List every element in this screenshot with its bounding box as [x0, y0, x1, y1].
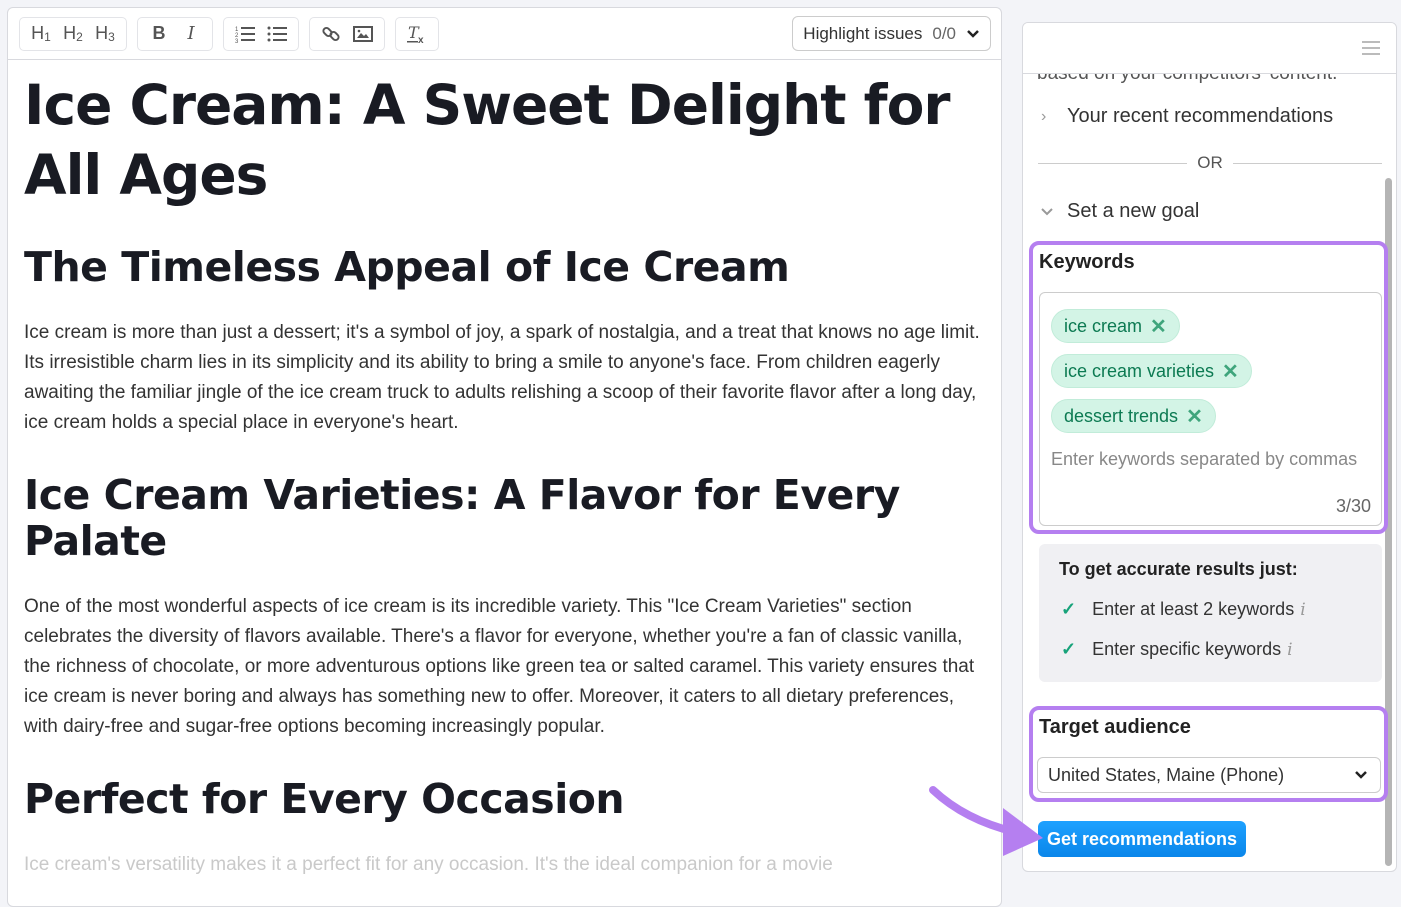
- section-heading: Perfect for Every Occasion: [24, 775, 625, 823]
- link-icon: [322, 26, 340, 41]
- image-icon: [353, 25, 373, 42]
- image-button[interactable]: [348, 20, 378, 48]
- keyword-chip: ice cream ✕: [1051, 309, 1180, 343]
- italic-button[interactable]: I: [176, 20, 206, 48]
- italic-label: I: [187, 23, 195, 44]
- or-divider: OR: [1038, 153, 1382, 173]
- insert-group: [309, 16, 385, 51]
- tip-label: Enter at least 2 keywords: [1092, 599, 1295, 619]
- bullet-list-icon: [267, 26, 287, 41]
- chevron-down-icon: [1041, 207, 1053, 215]
- recent-recommendations-toggle[interactable]: › Your recent recommendations: [1041, 105, 1333, 128]
- editor-toolbar: H1 H2 H3 B I 123 Tx Highlight issues 0/0: [8, 8, 1001, 60]
- chevron-right-icon: ›: [1041, 107, 1047, 125]
- info-icon[interactable]: i: [1300, 600, 1305, 620]
- divider-line: [1232, 162, 1382, 164]
- keyword-chip: ice cream varieties ✕: [1051, 354, 1252, 388]
- editor-content[interactable]: Ice Cream: A Sweet Delight for All Ages …: [8, 60, 1001, 880]
- or-label: OR: [1197, 153, 1223, 172]
- keyword-chip: dessert trends ✕: [1051, 399, 1216, 433]
- new-goal-toggle[interactable]: Set a new goal: [1041, 200, 1199, 223]
- text-editor: H1 H2 H3 B I 123 Tx Highlight issues 0/0…: [7, 7, 1002, 907]
- bullet-list-button[interactable]: [262, 20, 292, 48]
- document-title: Ice Cream: A Sweet Delight for All Ages: [24, 73, 951, 207]
- h1-sub: 1: [44, 29, 51, 44]
- heading-group: H1 H2 H3: [19, 16, 127, 51]
- h3-label: H: [95, 23, 109, 43]
- tip-item: ✓ Enter specific keywords i: [1061, 639, 1293, 660]
- section-paragraph: Ice cream's versatility makes it a perfe…: [24, 854, 833, 875]
- target-audience-select[interactable]: United States, Maine (Phone): [1037, 757, 1381, 793]
- list-group: 123: [223, 16, 299, 51]
- recommendations-panel: based on your competitors' content. › Yo…: [1022, 22, 1397, 872]
- bold-label: B: [152, 23, 166, 43]
- check-icon: ✓: [1061, 639, 1077, 659]
- h2-button[interactable]: H2: [58, 20, 88, 48]
- format-group: B I: [137, 16, 213, 51]
- keywords-label: Keywords: [1039, 251, 1135, 273]
- section-paragraph: Ice cream is more than just a dessert; i…: [24, 322, 980, 433]
- target-audience-label: Target audience: [1039, 716, 1191, 738]
- keyword-chip-label: dessert trends: [1064, 405, 1179, 426]
- tip-text: Enter at least 2 keywords i: [1092, 599, 1306, 620]
- bold-button[interactable]: B: [144, 20, 174, 48]
- target-audience-value: United States, Maine (Phone): [1048, 764, 1285, 785]
- tip-label: Enter specific keywords: [1092, 639, 1282, 659]
- ordered-list-button[interactable]: 123: [230, 20, 260, 48]
- svg-text:3: 3: [235, 39, 239, 43]
- highlight-issues-label: Highlight issues: [803, 23, 923, 43]
- h1-button[interactable]: H1: [26, 20, 56, 48]
- recent-recommendations-label: Your recent recommendations: [1067, 105, 1334, 127]
- h3-button[interactable]: H3: [90, 20, 120, 48]
- tip-item: ✓ Enter at least 2 keywords i: [1061, 599, 1306, 620]
- remove-keyword-icon[interactable]: ✕: [1150, 314, 1167, 339]
- h1-label: H: [31, 23, 45, 43]
- highlight-issues-dropdown[interactable]: Highlight issues 0/0: [792, 16, 991, 51]
- get-recommendations-button[interactable]: Get recommendations: [1038, 821, 1246, 857]
- tip-text: Enter specific keywords i: [1092, 639, 1293, 660]
- keywords-counter: 3/30: [1335, 496, 1371, 516]
- new-goal-label: Set a new goal: [1067, 200, 1200, 222]
- clear-format-button[interactable]: Tx: [402, 20, 432, 48]
- svg-text:x: x: [418, 35, 424, 44]
- highlight-issues-count: 0/0: [932, 23, 956, 43]
- keyword-chip-label: ice cream: [1064, 315, 1143, 336]
- divider-line: [1038, 162, 1188, 164]
- keyword-chip-label: ice cream varieties: [1064, 360, 1215, 381]
- h2-sub: 2: [76, 29, 83, 44]
- keywords-field[interactable]: ice cream ✕ ice cream varieties ✕ desser…: [1039, 292, 1382, 526]
- clear-group: Tx: [395, 16, 439, 51]
- section-heading: Ice Cream Varieties: A Flavor for Every …: [24, 471, 900, 565]
- chevron-down-icon: [967, 29, 979, 38]
- clear-format-icon: Tx: [407, 24, 424, 44]
- link-button[interactable]: [316, 20, 346, 48]
- section-paragraph: One of the most wonderful aspects of ice…: [24, 596, 975, 737]
- info-icon[interactable]: i: [1287, 640, 1292, 660]
- tips-box: To get accurate results just: ✓ Enter at…: [1039, 544, 1382, 682]
- chevron-down-icon: [1355, 771, 1367, 779]
- tips-title: To get accurate results just:: [1059, 559, 1298, 579]
- panel-header: [1023, 23, 1396, 74]
- remove-keyword-icon[interactable]: ✕: [1186, 404, 1203, 429]
- keywords-input[interactable]: [1051, 449, 1371, 470]
- h3-sub: 3: [108, 29, 115, 44]
- menu-icon[interactable]: [1362, 41, 1380, 55]
- ordered-list-icon: 123: [235, 26, 255, 43]
- section-heading: The Timeless Appeal of Ice Cream: [24, 243, 790, 291]
- remove-keyword-icon[interactable]: ✕: [1222, 359, 1239, 384]
- check-icon: ✓: [1061, 599, 1077, 619]
- h2-label: H: [63, 23, 77, 43]
